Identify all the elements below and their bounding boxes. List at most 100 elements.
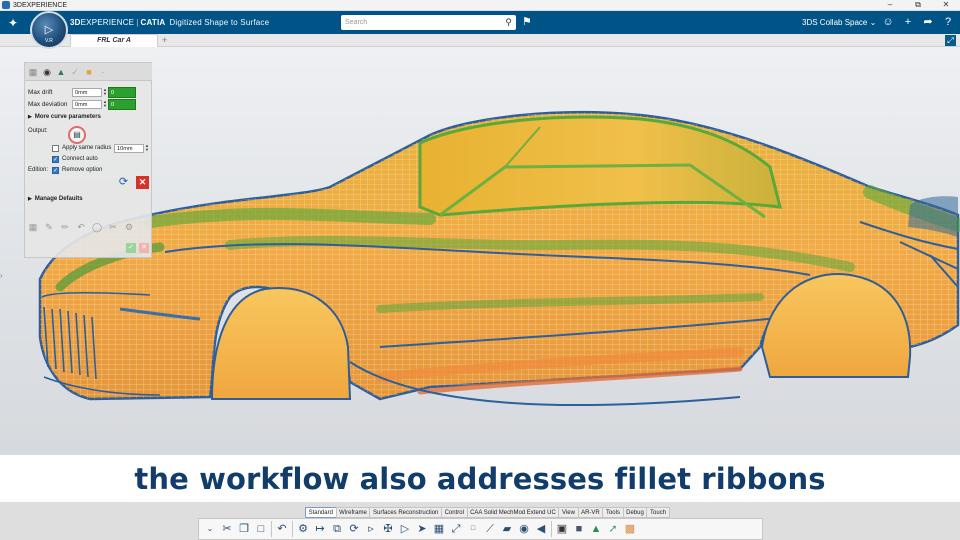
circle-icon[interactable]: ◉ xyxy=(517,522,531,536)
tag-icon[interactable]: ⚑ xyxy=(522,15,532,28)
compass-version: V.R xyxy=(45,38,53,44)
close-icon[interactable]: ✕ xyxy=(139,243,149,253)
mesh-icon[interactable]: ▦ xyxy=(28,67,38,77)
trim-icon[interactable]: ▷ xyxy=(398,522,412,536)
expand-icon[interactable]: ⌄ xyxy=(203,522,217,536)
undo-icon[interactable]: ↶ xyxy=(76,222,86,233)
curve-icon[interactable]: ◉ xyxy=(42,67,52,77)
output-ribbon-icon[interactable]: ▤ xyxy=(68,126,86,144)
tab-bar: FRL Car A + xyxy=(0,34,960,47)
project-icon[interactable]: ⧉ xyxy=(330,522,344,536)
collab-space-selector[interactable]: 3DS Collab Space ⌄ xyxy=(802,18,876,27)
action-tab-surfaces-reconstruction[interactable]: Surfaces Reconstruction xyxy=(369,507,441,518)
max-drift-input[interactable]: 0mm xyxy=(72,87,102,97)
curve-analysis-icon[interactable]: ➚ xyxy=(606,522,620,536)
output-row: Output: xyxy=(28,126,48,136)
manage-defaults-toggle[interactable]: ▶ Manage Defaults xyxy=(28,196,83,202)
apply-radius-checkbox[interactable] xyxy=(52,144,59,152)
update-icon[interactable]: ⟳ xyxy=(117,176,130,189)
transform-icon[interactable]: ⤢ xyxy=(449,522,463,536)
left-panel-handle-icon[interactable]: › xyxy=(0,271,6,283)
action-tab-control[interactable]: Control xyxy=(440,507,467,518)
rotate-icon[interactable]: ⟳ xyxy=(347,522,361,536)
action-tab-caa-solid[interactable]: CAA Solid MechMod Extend UC xyxy=(466,507,559,518)
add-tab-icon[interactable]: + xyxy=(162,34,167,46)
action-tab-ar-vr[interactable]: AR-VR xyxy=(577,507,603,518)
cut-icon[interactable]: ✂ xyxy=(220,522,234,536)
action-tab-tools[interactable]: Tools xyxy=(602,507,623,518)
action-tab-debug[interactable]: Debug xyxy=(622,507,647,518)
share-icon[interactable]: ➦ xyxy=(920,14,936,30)
color-map-icon[interactable]: ■ xyxy=(84,67,94,77)
close-icon[interactable]: ✕ xyxy=(932,0,960,10)
more-curve-params-toggle[interactable]: ▶ More curve parameters xyxy=(28,114,101,120)
brush-icon[interactable]: ✎ xyxy=(44,222,54,233)
color-map-icon[interactable]: ▩ xyxy=(623,522,637,536)
remove-option-label: Remove option xyxy=(62,167,103,173)
mirror-icon[interactable]: ◀ xyxy=(534,522,548,536)
shape-icon[interactable]: ◯ xyxy=(92,222,102,233)
edition-label: Edition: xyxy=(28,167,49,173)
join-icon[interactable]: ➤ xyxy=(415,522,429,536)
connect-auto-checkbox[interactable]: ✓ xyxy=(52,155,59,163)
ok-icon[interactable]: ✓ xyxy=(126,243,136,253)
output-label: Output: xyxy=(28,128,48,134)
remove-option-checkbox[interactable]: ✓ xyxy=(52,166,59,174)
app-name: CATIA xyxy=(140,18,166,27)
boundary-icon[interactable]: ▦ xyxy=(432,522,446,536)
fullscreen-icon[interactable]: ⤢ xyxy=(945,35,956,46)
sweep-icon[interactable]: ↦ xyxy=(313,522,327,536)
action-bar-tools: ⌄ ✂ ❐ □ ↶ ⚙ ↦ ⧉ ⟳ ▹ ✠ ▷ ➤ ▦ ⤢ □ ⟋ ▰ ◉ ◀ … xyxy=(198,518,763,540)
action-bar-tabs: Standard Wireframe Surfaces Reconstructi… xyxy=(305,507,670,518)
edition-row: Edition: ✓ Remove option xyxy=(28,165,102,175)
action-tab-wireframe[interactable]: Wireframe xyxy=(335,507,370,518)
minimize-icon[interactable]: – xyxy=(876,0,904,10)
line-icon[interactable]: ⟋ xyxy=(483,522,497,536)
solid-icon[interactable]: ■ xyxy=(572,522,586,536)
play-icon[interactable]: ▷ xyxy=(45,23,53,36)
search-icon[interactable]: ⚲ xyxy=(505,17,512,28)
settings-icon[interactable]: ⚙ xyxy=(296,522,310,536)
restore-icon[interactable]: ⧉ xyxy=(904,0,932,10)
gear-icon[interactable]: ⚙ xyxy=(124,222,134,233)
action-tab-touch[interactable]: Touch xyxy=(646,507,670,518)
point-icon[interactable]: □ xyxy=(466,522,480,536)
apply-radius-spinner[interactable]: ▲ ▼ xyxy=(144,143,150,153)
cancel-icon[interactable]: ✕ xyxy=(136,176,149,189)
divider xyxy=(292,521,293,537)
ds-logo-icon[interactable]: ✦ xyxy=(0,16,26,30)
copy-icon[interactable]: ❐ xyxy=(237,522,251,536)
check-icon[interactable]: ✓ xyxy=(70,67,80,77)
compass-widget[interactable]: ▷ V.R xyxy=(30,11,68,49)
max-deviation-row: Max deviation 0mm ▲ ▼ 0 xyxy=(28,98,136,110)
max-deviation-input[interactable]: 0mm xyxy=(72,99,102,109)
user-icon[interactable]: ☺ xyxy=(880,14,896,30)
os-title-bar: 3DEXPERIENCE – ⧉ ✕ xyxy=(0,0,960,11)
cut-icon[interactable]: ✂ xyxy=(108,222,118,233)
max-deviation-label: Max deviation xyxy=(28,100,68,108)
help-icon[interactable]: ? xyxy=(940,14,956,30)
paste-icon[interactable]: □ xyxy=(254,522,268,536)
connect-auto-row: ✓ Connect auto xyxy=(52,154,98,164)
dot-icon[interactable]: · xyxy=(98,67,108,77)
expand-arrow-icon: ▶ xyxy=(28,114,32,120)
cube-icon[interactable]: ▣ xyxy=(555,522,569,536)
apply-radius-input[interactable]: 10mm xyxy=(114,143,144,153)
pencil-icon[interactable]: ✏ xyxy=(60,222,70,233)
action-tab-standard[interactable]: Standard xyxy=(305,507,336,518)
divider xyxy=(271,521,272,537)
header-icons: ☺ + ➦ ? xyxy=(880,14,956,30)
extrude-icon[interactable]: ▹ xyxy=(364,522,378,536)
plane-icon[interactable]: ▰ xyxy=(500,522,514,536)
mesh-tool-icon[interactable]: ▦ xyxy=(28,222,38,233)
tree-icon[interactable]: ▲ xyxy=(589,522,603,536)
search-input[interactable] xyxy=(341,16,496,29)
undo-icon[interactable]: ↶ xyxy=(275,522,289,536)
window-controls: – ⧉ ✕ xyxy=(876,0,960,10)
action-tab-view[interactable]: View xyxy=(558,507,578,518)
add-icon[interactable]: + xyxy=(900,14,916,30)
action-bar: Standard Wireframe Surfaces Reconstructi… xyxy=(0,502,960,540)
split-icon[interactable]: ✠ xyxy=(381,522,395,536)
surface-icon[interactable]: ▲ xyxy=(56,67,66,77)
tab-frl-car-a[interactable]: FRL Car A xyxy=(70,34,158,47)
